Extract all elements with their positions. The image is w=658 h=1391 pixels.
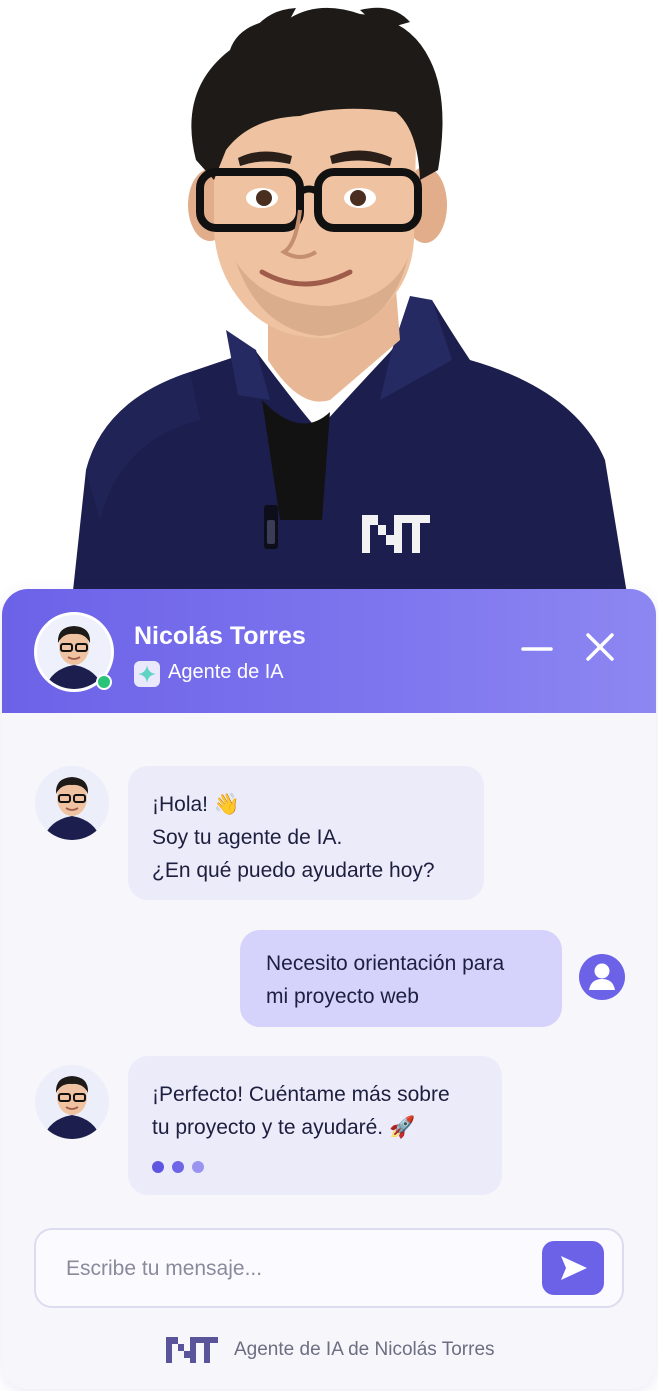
portrait-illustration	[72, 7, 628, 600]
avatar-face-illustration	[43, 1076, 101, 1139]
avatar-face-illustration	[43, 777, 101, 840]
minimize-button[interactable]	[519, 629, 555, 665]
message-line: ¡Hola! 👋	[152, 793, 240, 816]
typing-dot	[172, 1161, 184, 1173]
chat-header: Nicolás Torres Agente de IA	[2, 589, 656, 713]
user-avatar	[579, 954, 625, 1000]
message-line: mi proyecto web	[266, 985, 419, 1008]
message-input[interactable]	[66, 1250, 526, 1288]
typing-dot	[192, 1161, 204, 1173]
bot-avatar	[35, 1065, 109, 1139]
nt-logo	[166, 1337, 218, 1363]
agent-name: Nicolás Torres	[134, 622, 306, 650]
user-message-bubble: Necesito orientación para mi proyecto we…	[240, 930, 562, 1027]
hero-portrait	[0, 0, 658, 600]
bot-message-bubble: ¡Hola! 👋 Soy tu agente de IA. ¿En qué pu…	[128, 766, 484, 900]
sparkle-icon	[134, 661, 160, 687]
online-status-indicator	[96, 674, 112, 690]
minimize-icon	[521, 647, 553, 651]
message-input-bar	[34, 1228, 624, 1308]
message-line: tu proyecto y te ayudaré. 🚀	[152, 1116, 416, 1139]
close-button[interactable]	[582, 629, 618, 665]
send-button[interactable]	[542, 1241, 604, 1295]
typing-dot	[152, 1161, 164, 1173]
user-icon	[589, 963, 615, 990]
message-line: Soy tu agente de IA.	[152, 826, 343, 849]
message-line: ¡Perfecto! Cuéntame más sobre	[152, 1083, 450, 1106]
close-icon	[586, 633, 614, 661]
bot-message-bubble: ¡Perfecto! Cuéntame más sobre tu proyect…	[128, 1056, 502, 1195]
chat-widget: Nicolás Torres Agente de IA ¡Hola! 👋 Soy…	[2, 589, 656, 1389]
footer-caption: Agente de IA de Nicolás Torres	[234, 1339, 495, 1360]
message-line: ¿En qué puedo ayudarte hoy?	[152, 859, 435, 882]
bot-avatar	[35, 766, 109, 840]
message-line: Necesito orientación para	[266, 952, 505, 975]
send-icon	[561, 1256, 587, 1280]
agent-role: Agente de IA	[168, 661, 284, 683]
